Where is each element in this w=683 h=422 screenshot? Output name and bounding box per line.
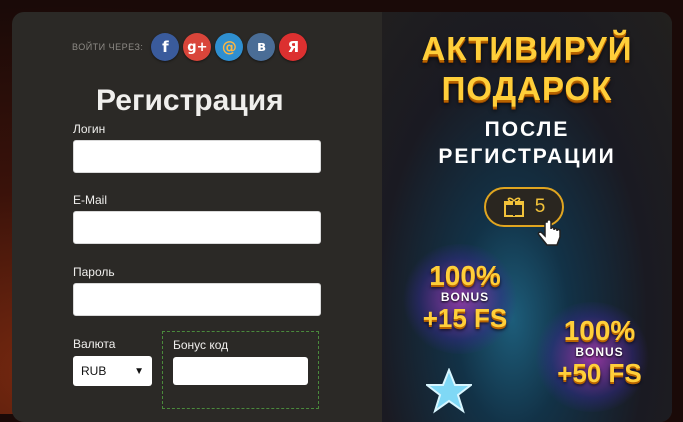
- currency-label: Валюта: [73, 337, 116, 351]
- bonus-code-input[interactable]: [173, 357, 308, 385]
- social-login-row: ВОЙТИ ЧЕРЕЗ: f g+ @ в Я: [72, 32, 308, 62]
- bonus-badge-15fs: 100% BONUS +15 FS: [410, 260, 520, 333]
- social-login-label: ВОЙТИ ЧЕРЕЗ:: [72, 42, 144, 52]
- google-plus-icon[interactable]: g+: [183, 33, 212, 61]
- promo-subtitle-line1: ПОСЛЕ: [484, 118, 570, 141]
- bonus-2-percent: 100%: [563, 315, 636, 346]
- promo-banner: АКТИВИРУЙ ПОДАРОК ПОСЛЕ РЕГИСТРАЦИИ 5 10…: [382, 12, 672, 422]
- bonus-1-percent: 100%: [429, 260, 501, 291]
- chevron-down-icon: ▼: [134, 365, 144, 377]
- currency-value: RUB: [81, 364, 107, 378]
- email-input[interactable]: [73, 211, 321, 244]
- gift-icon: [503, 197, 524, 217]
- facebook-icon[interactable]: f: [151, 33, 180, 61]
- login-label: Логин: [73, 122, 106, 136]
- page-title: Регистрация: [96, 84, 284, 117]
- bonus-1-word: BONUS: [440, 290, 490, 304]
- registration-modal: ВОЙТИ ЧЕРЕЗ: f g+ @ в Я Регистрация Логи…: [12, 12, 672, 422]
- star-icon: [426, 368, 472, 414]
- bonus-badge-50fs: 100% BONUS +50 FS: [542, 315, 657, 388]
- mail-ru-icon[interactable]: @: [215, 33, 244, 61]
- bonus-2-free-spins: +50 FS: [557, 358, 642, 388]
- bonus-1-free-spins: +15 FS: [422, 303, 508, 333]
- gift-count: 5: [534, 196, 546, 217]
- promo-headline-line2: ПОДАРОК: [441, 70, 613, 107]
- currency-select[interactable]: RUB ▼: [73, 356, 152, 386]
- password-input[interactable]: [73, 283, 321, 316]
- password-label: Пароль: [73, 265, 115, 279]
- email-label: E-Mail: [73, 193, 108, 207]
- pointer-hand-icon: [537, 220, 561, 246]
- bonus-code-label: Бонус код: [173, 338, 229, 352]
- login-input[interactable]: [73, 140, 321, 173]
- vkontakte-icon[interactable]: в: [247, 33, 276, 61]
- promo-subtitle-line2: РЕГИСТРАЦИИ: [438, 145, 616, 168]
- bonus-2-word: BONUS: [575, 345, 624, 359]
- promo-headline-line1: АКТИВИРУЙ: [421, 30, 633, 67]
- yandex-icon[interactable]: Я: [279, 33, 308, 61]
